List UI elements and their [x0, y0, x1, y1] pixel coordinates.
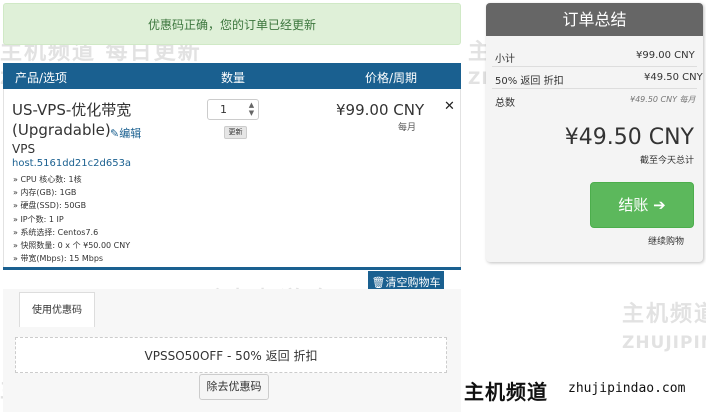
applied-promo-code: VPSSO50OFF - 50% 返回 折扣 [15, 337, 447, 373]
config-option: » 内存(GB): 1GB [13, 188, 77, 198]
config-option: » CPU 核心数: 1核 [13, 175, 82, 184]
checkout-button[interactable]: 结账 ➔ [590, 182, 694, 228]
brand-name-cn: 主机频道 [464, 380, 548, 404]
watermark-en: ZHUJIPIN [622, 333, 706, 353]
cart-table-header: 产品/选项 数量 价格/周期 [3, 63, 461, 89]
cart-item-row: US-VPS-优化带宽 (Upgradable) ✎编辑 VPS host.51… [3, 89, 461, 267]
total-due-label: 截至今天总计 [639, 156, 694, 166]
item-price: ¥99.00 CNY [336, 101, 425, 119]
subtotal-label: 小计 [495, 54, 515, 65]
promo-success-alert: 优惠码正确，您的订单已经更新 [3, 3, 461, 45]
pencil-icon: ✎ [110, 127, 120, 140]
arrow-right-icon: ➔ [653, 196, 666, 214]
discount-value: ¥49.50 CNY [644, 72, 703, 83]
remove-item-icon[interactable]: ✕ [444, 99, 455, 114]
product-name: US-VPS-优化带宽 [12, 101, 132, 119]
total-due-today: ¥49.50 CNY [564, 125, 694, 150]
checkout-label: 结账 [618, 196, 649, 214]
col-price-header: 价格/周期 [365, 71, 418, 85]
order-summary-panel: 订单总结 小计 ¥99.00 CNY 50% 返回 折扣 ¥49.50 CNY … [486, 3, 703, 262]
col-quantity-header: 数量 [221, 71, 246, 85]
billing-period: 每月 [398, 123, 417, 133]
trash-icon: 🗑 [371, 276, 386, 289]
subtotal-value: ¥99.00 CNY [636, 50, 695, 61]
quantity-value: 1 [220, 103, 227, 116]
config-option: » 带宽(Mbps): 15 Mbps [13, 254, 104, 264]
edit-product-link[interactable]: ✎编辑 [110, 125, 141, 141]
promo-code-panel: 使用优惠码 VPSSO50OFF - 50% 返回 折扣 除去优惠码 [3, 289, 461, 412]
remove-promo-button[interactable]: 除去优惠码 [199, 374, 269, 400]
product-group: VPS [12, 142, 36, 156]
spinner-arrows-icon[interactable]: ▲ ▼ [246, 101, 257, 118]
config-option: » IP个数: 1 IP [13, 214, 64, 224]
site-brand-stamp: 主机频道 zhujipindao.com [462, 372, 706, 412]
summary-title: 订单总结 [486, 3, 703, 36]
alert-message: 优惠码正确，您的订单已经更新 [147, 17, 316, 32]
quantity-stepper[interactable]: 1 ▲ ▼ [207, 99, 259, 120]
total-recurring: ¥49.50 CNY 每月 [630, 95, 696, 104]
config-option: » 系统选择: Centos7.6 [13, 227, 99, 237]
config-options-list: » CPU 核心数: 1核 » 内存(GB): 1GB » 硬盘(SSD): 5… [13, 173, 130, 265]
summary-divider [492, 88, 697, 89]
total-label: 总数 [495, 98, 515, 109]
config-option: » 快照数量: 0 x 个 ¥50.00 CNY [13, 241, 131, 251]
edit-label: 编辑 [119, 127, 142, 140]
empty-cart-label: 清空购物车 [385, 276, 441, 289]
watermark-cn: 主机频道 [622, 302, 706, 327]
tab-apply-promo[interactable]: 使用优惠码 [19, 292, 95, 327]
config-option: » 硬盘(SSD): 50GB [13, 201, 87, 211]
cart-bottom-border [3, 267, 461, 270]
col-product-header: 产品/选项 [15, 71, 68, 85]
product-hostname: host.5161dd21c2d653a [12, 158, 132, 169]
update-quantity-button[interactable]: 更新 [224, 126, 247, 139]
summary-divider [492, 66, 697, 67]
discount-label: 50% 返回 折扣 [495, 76, 564, 87]
continue-shopping-link[interactable]: 继续购物 [486, 234, 684, 247]
brand-domain: zhujipindao.com [568, 381, 686, 396]
product-name-suffix: (Upgradable) [12, 121, 111, 139]
